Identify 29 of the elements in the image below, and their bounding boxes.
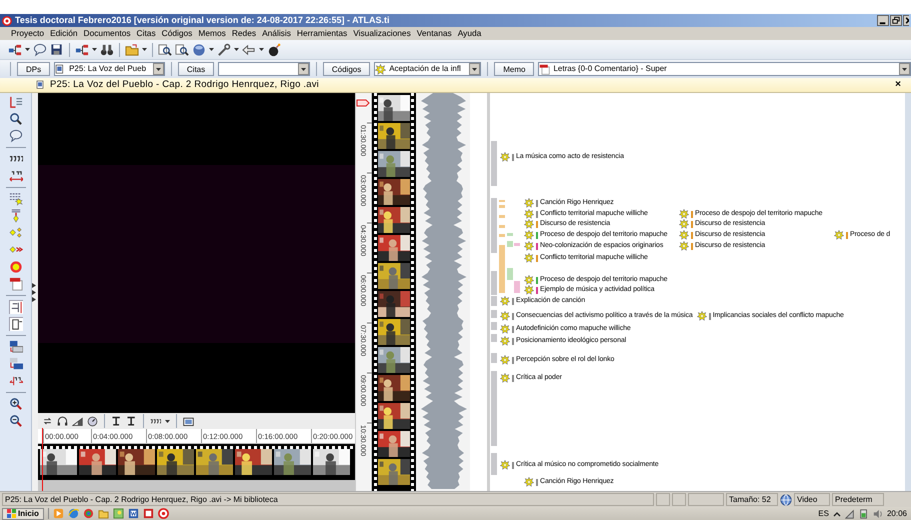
menu-item[interactable]: Citas	[134, 28, 159, 39]
status-text: Tamaño: 52	[726, 493, 778, 506]
clock: 20:06	[886, 508, 907, 518]
start-button[interactable]: Inicio	[2, 508, 44, 520]
menu-item[interactable]: Edición	[47, 28, 81, 39]
document-dropdown[interactable]: P25: La Voz del Pueb	[54, 62, 165, 76]
selector-button[interactable]: DPs	[16, 62, 50, 76]
menu-item[interactable]: Herramientas	[294, 28, 350, 39]
menu-item[interactable]: Ayuda	[454, 28, 484, 39]
memo-dropdown[interactable]: Letras {0-0 Comentario} - Super	[538, 62, 911, 76]
close-button[interactable]: ×	[895, 80, 901, 90]
document-title: P25: La Voz del Pueblo - Cap. 2 Rodrigo Henrquez, Rigo .avi	[50, 79, 319, 91]
menu-item[interactable]: Proyecto	[8, 28, 48, 39]
code-dropdown[interactable]: Aceptación de la infl	[374, 62, 482, 76]
menu-item[interactable]: Análisis	[259, 28, 294, 39]
selector-button[interactable]: Citas	[178, 62, 214, 76]
window-title: Tesis doctoral Febrero2016 [versión original version de: 24-08-2017 22:26:55] - ATLAS.ti	[15, 15, 390, 26]
menu-item[interactable]: Documentos	[80, 28, 134, 39]
menu-item[interactable]: Códigos	[158, 28, 196, 39]
language-indicator[interactable]: ES	[818, 508, 829, 518]
menu-item[interactable]: Redes	[228, 28, 260, 39]
selector-button[interactable]: Memo	[494, 62, 534, 76]
menu-item[interactable]: Visualizaciones	[350, 28, 414, 39]
menu-item[interactable]: Ventanas	[414, 28, 455, 39]
menu-item[interactable]: Memos	[195, 28, 229, 39]
selector-button[interactable]: Códigos	[322, 62, 370, 76]
status-text: Video	[794, 493, 830, 506]
status-text: Predeterm	[832, 493, 884, 506]
status-text: P25: La Voz del Pueblo - Cap. 2 Rodrigo Henrquez, Rigo .avi -> Mi biblioteca	[2, 493, 654, 506]
